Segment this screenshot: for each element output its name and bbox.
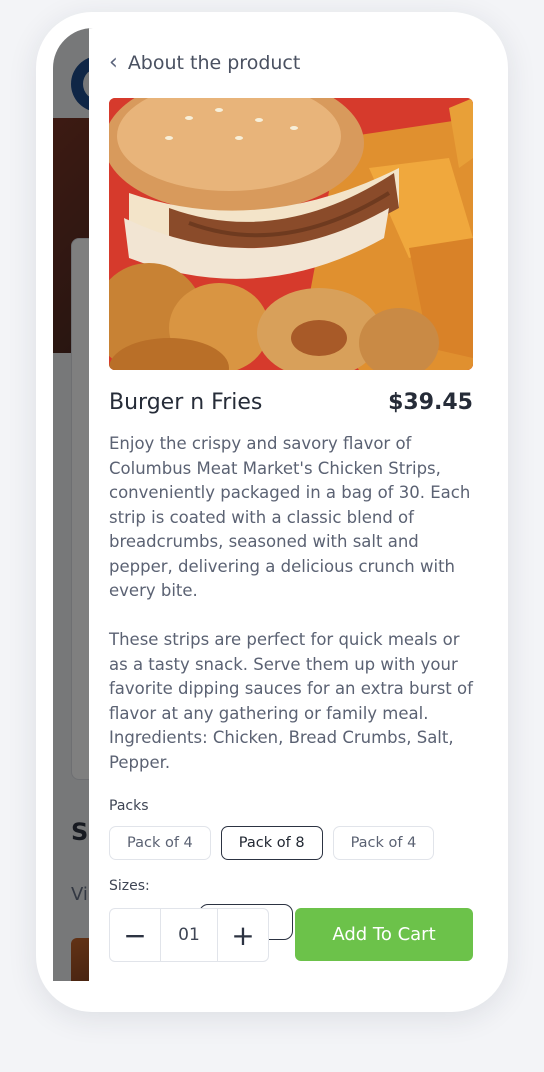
product-detail-drawer: ‹ About the product Burger n Fries $39.4… xyxy=(89,28,491,981)
packs-label: Packs xyxy=(109,798,149,814)
back-label: About the product xyxy=(127,52,301,74)
sizes-label: Sizes: xyxy=(109,878,150,894)
burger-illustration xyxy=(109,98,473,370)
product-title-row: Burger n Fries $39.45 xyxy=(109,390,473,415)
add-to-cart-button[interactable]: Add To Cart xyxy=(295,908,473,961)
pack-option[interactable]: Pack of 4 xyxy=(109,826,211,860)
product-name: Burger n Fries xyxy=(109,390,263,415)
quantity-stepper: − 01 + xyxy=(109,908,269,962)
product-image xyxy=(109,98,473,370)
app-screen: S Vi ‹ About the product xyxy=(53,28,491,981)
packs-options: Pack of 4 Pack of 8 Pack of 4 xyxy=(109,826,435,860)
description-paragraph: These strips are perfect for quick meals… xyxy=(109,630,473,772)
product-price: $39.45 xyxy=(388,390,473,415)
description-paragraph: Enjoy the crispy and savory flavor of Co… xyxy=(109,434,471,600)
product-description: Enjoy the crispy and savory flavor of Co… xyxy=(109,432,475,800)
pack-option-selected[interactable]: Pack of 8 xyxy=(220,826,323,860)
quantity-value[interactable]: 01 xyxy=(160,909,218,961)
pack-option[interactable]: Pack of 4 xyxy=(332,826,435,860)
plus-icon[interactable]: + xyxy=(218,909,268,961)
chevron-left-icon: ‹ xyxy=(109,50,118,75)
back-button[interactable]: ‹ About the product xyxy=(109,48,300,78)
minus-icon[interactable]: − xyxy=(110,909,160,961)
